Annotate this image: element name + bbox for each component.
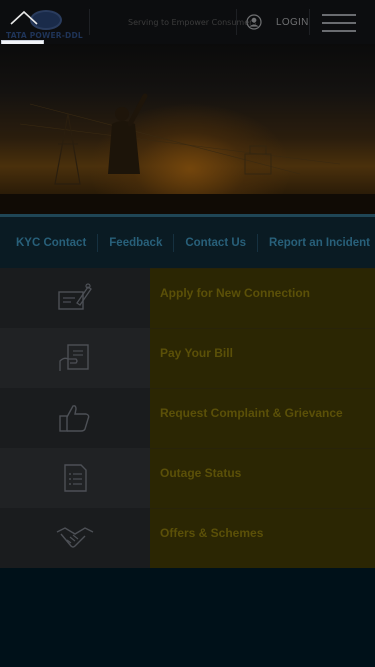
service-label-cell: Pay Your Bill: [150, 328, 375, 388]
service-label-cell: Offers & Schemes: [150, 508, 375, 568]
service-row-outage[interactable]: Outage Status: [0, 448, 375, 508]
nav-separator: [173, 233, 175, 252]
nav-feedback[interactable]: Feedback: [109, 237, 162, 249]
service-icon-cell: [0, 268, 150, 328]
handshake-icon: [56, 527, 94, 548]
document-list-icon: [64, 464, 87, 492]
nav-separator: [257, 233, 259, 252]
chevron-up-icon[interactable]: [9, 9, 39, 27]
hero-banner: [0, 44, 375, 214]
login-button[interactable]: LOGIN: [246, 12, 309, 32]
service-label: Request Complaint & Grievance: [160, 406, 343, 420]
service-label-cell: Apply for New Connection: [150, 268, 375, 328]
header-divider: [89, 9, 90, 35]
header-divider: [236, 9, 237, 35]
tagline: Serving to Empower Consumers: [128, 18, 257, 27]
site-header: TATA POWER-DDL Serving to Empower Consum…: [0, 0, 375, 44]
service-icon-cell: [0, 508, 150, 568]
services-list: Apply for New Connection Pay Your Bill R…: [0, 268, 375, 568]
service-icon-cell: [0, 448, 150, 508]
nav-kyc-contact[interactable]: KYC Contact: [16, 237, 86, 249]
page-bottom-area: [0, 569, 375, 667]
service-row-pay-bill[interactable]: Pay Your Bill: [0, 328, 375, 388]
user-circle-icon: [246, 14, 262, 30]
bill-payment-icon: [59, 344, 89, 371]
service-row-offers[interactable]: Offers & Schemes: [0, 508, 375, 568]
hamburger-menu-icon[interactable]: [322, 14, 356, 34]
thumbs-up-icon: [59, 405, 90, 432]
logo-text: TATA POWER-DDL: [6, 31, 83, 40]
hero-image: [0, 93, 375, 214]
service-icon-cell: [0, 388, 150, 448]
service-row-complaint[interactable]: Request Complaint & Grievance: [0, 388, 375, 448]
service-label: Pay Your Bill: [160, 346, 233, 360]
nav-separator: [97, 233, 99, 252]
header-divider: [309, 9, 310, 35]
connection-form-icon: [58, 283, 92, 310]
service-label: Apply for New Connection: [160, 286, 310, 300]
service-label-cell: Request Complaint & Grievance: [150, 388, 375, 448]
nav-contact-us[interactable]: Contact Us: [185, 237, 246, 249]
quick-links-nav: KYC Contact Feedback Contact Us Report a…: [0, 217, 375, 268]
service-row-new-connection[interactable]: Apply for New Connection: [0, 268, 375, 328]
service-label: Outage Status: [160, 466, 242, 480]
service-label: Offers & Schemes: [160, 526, 264, 540]
service-icon-cell: [0, 328, 150, 388]
service-label-cell: Outage Status: [150, 448, 375, 508]
login-label: LOGIN: [276, 16, 309, 28]
nav-report-incident[interactable]: Report an Incident: [269, 237, 370, 249]
